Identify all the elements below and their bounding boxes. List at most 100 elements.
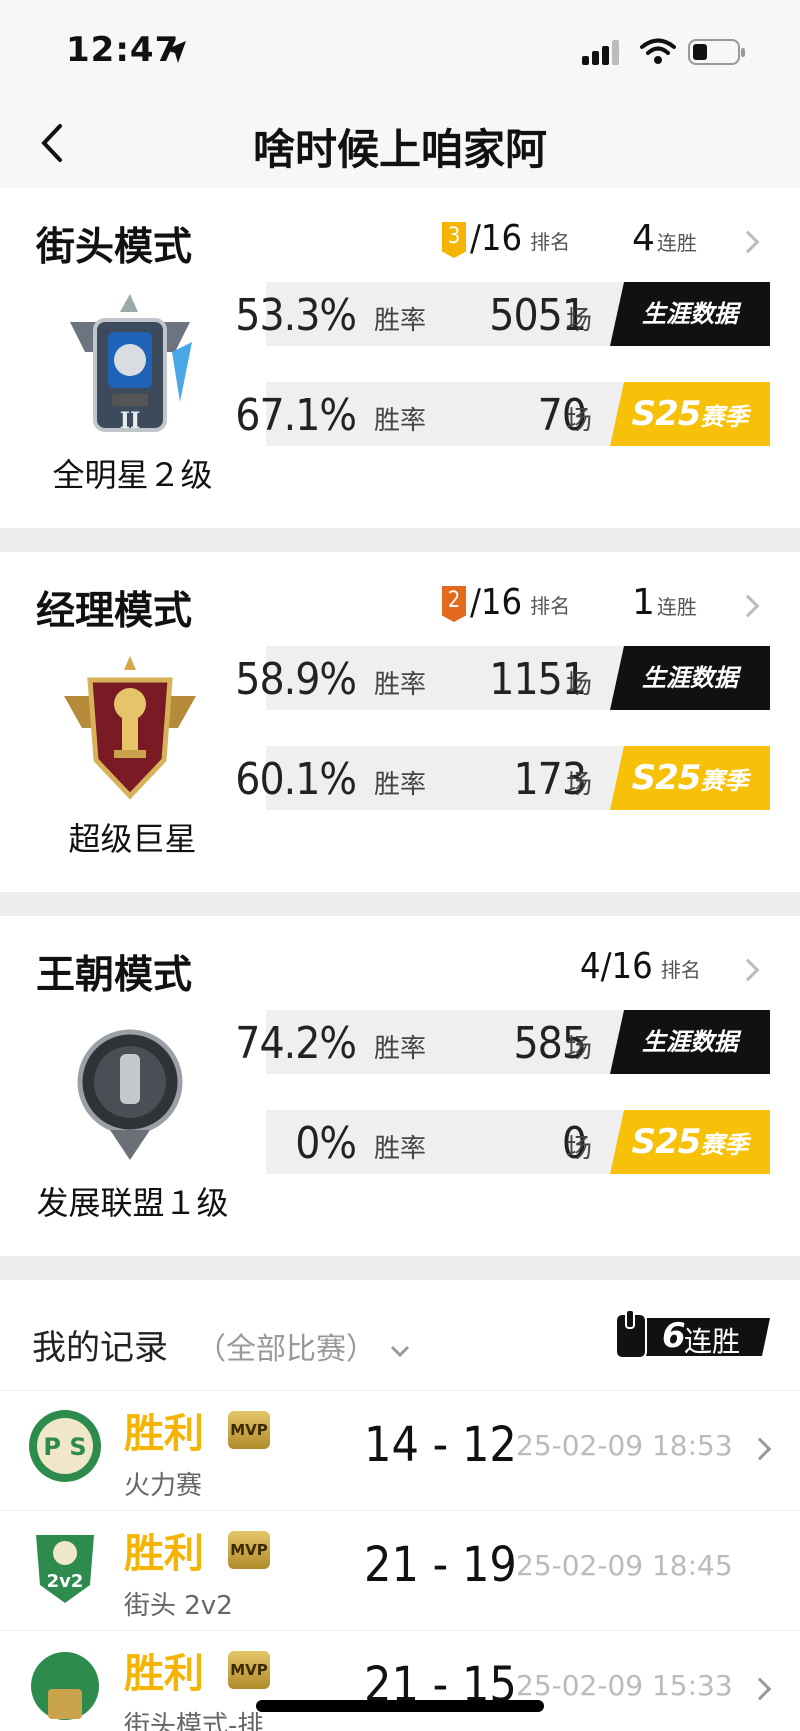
- nav-bar: 啥时候上咱家阿: [0, 100, 800, 188]
- g-league-emblem-icon: [77, 1029, 183, 1160]
- chevron-right-icon[interactable]: [736, 230, 760, 254]
- page-title: 啥时候上咱家阿: [252, 125, 547, 174]
- season-label: 赛季: [700, 1131, 749, 1159]
- records-card: 我的记录 （全部比赛） 6 连胜 P S 胜利 MVP 火力赛 14 - 12 …: [0, 1280, 800, 1731]
- match-record-row[interactable]: P S 胜利 MVP 火力赛 14 - 12 25-02-09 18:53: [0, 1390, 800, 1510]
- rank-value: 4/16: [580, 946, 653, 987]
- win-rate: 67.1%: [235, 390, 357, 441]
- games-label: 场: [566, 406, 593, 436]
- tier-label: 超级巨星: [68, 820, 197, 858]
- mode-title: 经理模式: [36, 589, 193, 634]
- streak-number: 6: [662, 1316, 686, 1356]
- win-rate: 74.2%: [235, 1018, 357, 1069]
- rank-display[interactable]: 2/16 排名: [442, 582, 570, 623]
- rank-value: /16: [470, 218, 523, 259]
- records-filter-dropdown[interactable]: （全部比赛）: [196, 1324, 412, 1368]
- win-streak[interactable]: 4 连胜: [632, 218, 697, 259]
- team-pcs-icon: P S: [29, 1410, 101, 1482]
- street-mode-card: 街头模式 3/16 排名 4 连胜 II 全明星２级 53.3% 胜率 5051 场…: [0, 188, 800, 528]
- win-rate-label: 胜率: [374, 770, 427, 800]
- win-rate: 60.1%: [235, 754, 357, 805]
- svg-text:P S: P S: [43, 1433, 86, 1461]
- mode-title: 街头模式: [36, 225, 193, 270]
- win-rate-label: 胜率: [374, 670, 427, 700]
- match-score: 14 - 12: [364, 1417, 517, 1473]
- match-result: 胜利: [124, 1651, 204, 1697]
- win-rate-label: 胜率: [374, 406, 427, 436]
- games-label: 场: [566, 306, 593, 336]
- home-indicator[interactable]: [256, 1700, 544, 1712]
- rank-badge: 2: [442, 586, 466, 622]
- rank-label: 排名: [530, 593, 571, 618]
- match-date: 25-02-09 18:53: [516, 1429, 733, 1462]
- career-stats-row: 53.3% 胜率 5051 场 生涯数据: [235, 282, 770, 346]
- season-number: S25: [631, 394, 702, 434]
- career-data-button[interactable]: 生涯数据: [610, 282, 770, 346]
- match-record-row[interactable]: 2v2 胜利 MVP 街头 2v2 21 - 19 25-02-09 18:45: [0, 1510, 800, 1630]
- cellular-signal-icon: [582, 40, 619, 65]
- streak-number: 4: [632, 218, 655, 259]
- season-stats-row: 0% 胜率 0 场 S25赛季: [266, 1110, 770, 1174]
- dynasty-mode-card: 王朝模式 4/16 排名 发展联盟１级 74.2% 胜率 585 场 生涯数据 0…: [0, 916, 800, 1256]
- location-arrow-icon: [165, 41, 186, 63]
- superstar-emblem-icon: [64, 656, 196, 800]
- win-rate: 53.3%: [235, 290, 357, 341]
- rank-display[interactable]: 4/16 排名: [580, 946, 701, 987]
- games-label: 场: [566, 1034, 593, 1064]
- rank-label: 排名: [530, 229, 571, 254]
- records-title: 我的记录: [32, 1328, 168, 1368]
- rank-label: 排名: [660, 957, 701, 982]
- season-number: S25: [631, 1122, 702, 1162]
- filter-label: （全部比赛）: [196, 1332, 376, 1367]
- season-button[interactable]: S25赛季: [610, 746, 770, 810]
- rank-value: /16: [470, 582, 523, 623]
- svg-text:II: II: [120, 408, 141, 434]
- mode-title: 王朝模式: [36, 953, 193, 998]
- mvp-badge: MVP: [228, 1531, 270, 1569]
- mvp-badge: MVP: [228, 1411, 270, 1449]
- match-score: 21 - 19: [364, 1537, 517, 1593]
- all-star-emblem-icon: II: [70, 294, 192, 434]
- tier-label: 全明星２级: [52, 456, 213, 494]
- win-streak[interactable]: 1 连胜: [632, 582, 697, 623]
- streak-label: 连胜: [684, 1325, 741, 1358]
- streak-number: 1: [632, 582, 655, 623]
- match-result: 胜利: [124, 1411, 204, 1457]
- career-data-button[interactable]: 生涯数据: [610, 1010, 770, 1074]
- season-button[interactable]: S25赛季: [610, 382, 770, 446]
- rank-badge: 3: [442, 222, 466, 258]
- streak-label: 连胜: [656, 595, 697, 619]
- chevron-down-icon: [390, 1345, 409, 1357]
- season-label: 赛季: [700, 403, 749, 431]
- match-date: 25-02-09 18:45: [516, 1549, 733, 1582]
- games-label: 场: [566, 1134, 593, 1164]
- match-mode: 火力赛: [124, 1471, 203, 1501]
- team-2v2-icon: 2v2: [36, 1535, 94, 1603]
- tier-label: 发展联盟１级: [36, 1184, 229, 1222]
- manager-mode-card: 经理模式 2/16 排名 1 连胜 超级巨星 58.9% 胜率 1151 场 生涯数…: [0, 552, 800, 892]
- games-label: 场: [566, 770, 593, 800]
- career-stats-row: 74.2% 胜率 585 场 生涯数据: [235, 1010, 770, 1074]
- match-mode: 街头 2v2: [124, 1591, 233, 1621]
- chevron-right-icon: [748, 1677, 772, 1701]
- chevron-right-icon[interactable]: [736, 958, 760, 982]
- svg-text:2v2: 2v2: [47, 1571, 84, 1592]
- season-stats-row: 67.1% 胜率 70 场 S25赛季: [235, 382, 770, 446]
- win-rate: 0%: [295, 1118, 357, 1169]
- win-rate-label: 胜率: [374, 1034, 427, 1064]
- match-mode: 街头模式-排: [124, 1711, 264, 1731]
- win-rate-label: 胜率: [374, 306, 427, 336]
- career-data-button[interactable]: 生涯数据: [610, 646, 770, 710]
- match-record-row[interactable]: 胜利 MVP 街头模式-排 21 - 15 25-02-09 15:33: [0, 1630, 800, 1731]
- chevron-right-icon: [748, 1437, 772, 1461]
- records-win-streak: 6 连胜: [612, 1310, 770, 1362]
- match-date: 25-02-09 15:33: [516, 1669, 733, 1702]
- season-button[interactable]: S25赛季: [610, 1110, 770, 1174]
- mvp-badge: MVP: [228, 1651, 270, 1689]
- chevron-right-icon[interactable]: [736, 594, 760, 618]
- wifi-icon: [640, 38, 676, 64]
- win-rate: 58.9%: [235, 654, 357, 705]
- status-bar: 12:47: [0, 0, 800, 100]
- team-ranked-icon: [31, 1652, 99, 1720]
- rank-display[interactable]: 3/16 排名: [442, 218, 570, 259]
